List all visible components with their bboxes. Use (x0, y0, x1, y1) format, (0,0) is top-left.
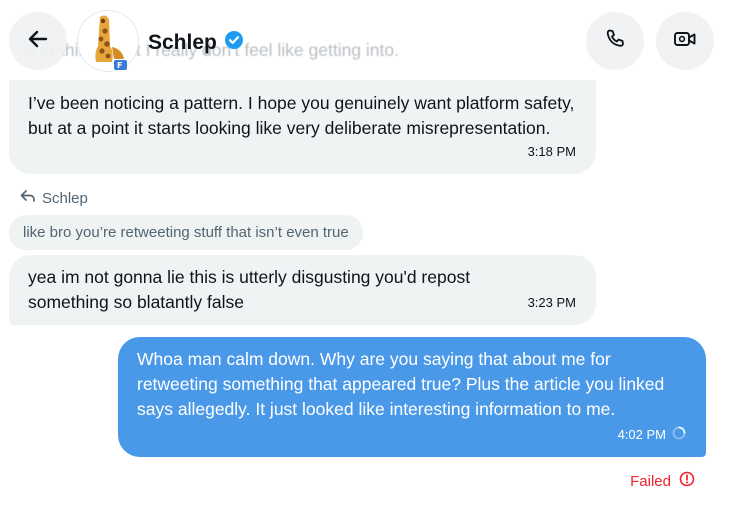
message-text: Whoa man calm down. Why are you saying t… (137, 349, 665, 419)
voice-call-button[interactable] (586, 12, 644, 70)
back-arrow-icon (26, 27, 50, 56)
message-timestamp: 4:02 PM (617, 427, 666, 442)
message-meta: 4:02 PM (618, 422, 686, 447)
contact-name-group[interactable]: Schlep (148, 30, 244, 55)
message-bubble-incoming[interactable]: I’ve been noticing a pattern. I hope you… (9, 80, 596, 174)
message-text: I’ve been noticing a pattern. I hope you… (28, 93, 575, 138)
video-icon (672, 27, 698, 56)
svg-text:F: F (117, 61, 122, 70)
error-info-icon (679, 471, 695, 491)
sending-spinner-icon (672, 422, 686, 447)
message-timestamp: 3:23 PM (527, 295, 576, 310)
reply-to-name: Schlep (42, 190, 88, 207)
reply-context: Schlep (20, 190, 88, 207)
reply-arrow-icon (20, 190, 35, 207)
message-bubble-outgoing[interactable]: Whoa man calm down. Why are you saying t… (118, 337, 706, 457)
avatar[interactable]: F (78, 11, 138, 71)
verified-badge-icon (224, 30, 244, 55)
send-failed-status[interactable]: Failed (630, 471, 695, 491)
contact-name: Schlep (148, 30, 217, 54)
message-timestamp: 3:18 PM (527, 144, 576, 159)
phone-icon (603, 27, 627, 56)
message-bubble-incoming[interactable]: yea im not gonna lie this is utterly dis… (9, 255, 596, 325)
quoted-message[interactable]: like bro you’re retweeting stuff that is… (9, 215, 363, 250)
back-button[interactable] (9, 12, 67, 70)
video-call-button[interactable] (656, 12, 714, 70)
failed-label: Failed (630, 472, 671, 490)
message-text: yea im not gonna lie this is utterly dis… (28, 267, 471, 312)
conversation-header: s er things that I really don't feel lik… (0, 0, 737, 84)
